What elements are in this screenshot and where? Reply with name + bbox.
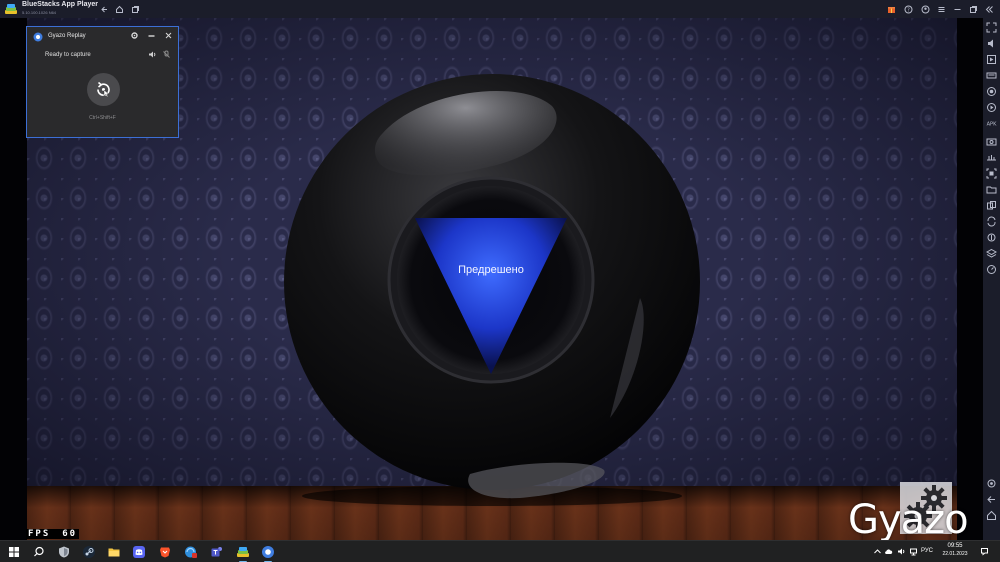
restore-icon — [969, 5, 977, 13]
home-icon[interactable] — [986, 510, 997, 521]
file-explorer-icon[interactable] — [107, 545, 121, 559]
folder-icon[interactable] — [986, 184, 997, 195]
bluestacks-logo-icon — [5, 4, 17, 14]
gift-icon — [887, 6, 895, 13]
window-version: 5.10.100.1026 N64 — [22, 10, 57, 15]
screenshot-icon[interactable] — [986, 136, 997, 147]
discord-icon[interactable] — [132, 545, 146, 559]
help-button[interactable]: ? — [901, 2, 915, 16]
capture-button[interactable] — [87, 73, 120, 106]
svg-text:?: ? — [907, 7, 910, 13]
record-icon[interactable] — [986, 86, 997, 97]
shield-app-icon[interactable] — [57, 545, 71, 559]
back-button[interactable] — [97, 2, 111, 16]
right-sidebar: APK — [983, 18, 1000, 540]
cloud-icon[interactable] — [884, 547, 893, 556]
clock-date[interactable]: 22.01.2023 — [935, 551, 975, 557]
back-icon[interactable] — [986, 494, 997, 505]
multi-instance-button[interactable] — [128, 2, 142, 16]
gyazo-logo-icon — [33, 32, 43, 42]
chevron-up-icon[interactable] — [873, 547, 882, 556]
clock-time[interactable]: 09:55 — [940, 543, 970, 549]
install-icon[interactable] — [986, 152, 997, 163]
capture-shortcut: Ctrl+Shift+F — [89, 115, 116, 121]
minimize-icon — [954, 8, 960, 10]
fps-counter: FPS 60 — [26, 529, 80, 539]
account-button[interactable] — [918, 2, 932, 16]
menu-button[interactable] — [934, 2, 948, 16]
minimize-button[interactable] — [950, 2, 964, 16]
fullscreen-icon[interactable] — [986, 22, 997, 33]
gyazo-taskbar-icon[interactable] — [261, 545, 275, 559]
close-icon[interactable] — [164, 31, 173, 40]
answer-text: Предрешено — [458, 264, 524, 276]
macro-icon[interactable] — [986, 102, 997, 113]
fps-label: FPS — [28, 529, 51, 539]
windows-taskbar: РУС 09:55 22.01.2023 — [0, 540, 1000, 562]
volume-icon[interactable] — [986, 38, 997, 49]
eco-mode-icon[interactable] — [986, 232, 997, 243]
gyazo-watermark-text: Gyazo — [848, 497, 969, 543]
sync-icon[interactable] — [986, 216, 997, 227]
double-chevron-left-icon — [985, 5, 993, 13]
help-icon: ? — [904, 5, 912, 13]
window-title: BlueStacks App Player — [22, 1, 98, 8]
gyazo-replay-panel: Gyazo Replay Ready to capture Ctrl+Shift… — [26, 26, 179, 138]
performance-icon[interactable] — [986, 264, 997, 275]
network-icon[interactable] — [909, 547, 918, 556]
multi-instance-icon[interactable] — [986, 200, 997, 211]
replay-icon — [97, 81, 110, 98]
fps-value: 60 — [62, 529, 78, 539]
home-button[interactable] — [112, 2, 126, 16]
windows-start-icon[interactable] — [7, 545, 21, 559]
panel-title: Gyazo Replay — [48, 33, 86, 39]
minimize-icon[interactable] — [147, 31, 156, 40]
title-bar: BlueStacks App Player 5.10.100.1026 N64 … — [0, 0, 1000, 18]
search-icon[interactable] — [32, 545, 46, 559]
user-icon — [921, 5, 929, 13]
speaker-icon[interactable] — [148, 50, 157, 59]
input-language[interactable]: РУС — [921, 548, 933, 554]
scan-icon[interactable] — [986, 168, 997, 179]
bluestacks-taskbar-icon[interactable] — [236, 545, 250, 559]
layers-icon[interactable] — [986, 248, 997, 259]
hamburger-icon — [938, 6, 944, 12]
brave-browser-icon[interactable] — [158, 545, 172, 559]
apk-icon[interactable]: APK — [986, 118, 997, 129]
restore-button[interactable] — [966, 2, 980, 16]
gear-icon[interactable] — [130, 31, 139, 40]
svg-text:APK: APK — [987, 122, 997, 128]
media-icon[interactable] — [986, 54, 997, 65]
home-icon — [115, 5, 123, 13]
collapse-sidebar-button[interactable] — [982, 2, 996, 16]
browser-notification-icon[interactable] — [184, 545, 198, 559]
copy-icon — [131, 5, 139, 13]
speaker-tray-icon[interactable] — [897, 547, 906, 556]
microphone-muted-icon[interactable] — [162, 50, 171, 59]
capture-status: Ready to capture — [45, 52, 91, 58]
steam-icon[interactable] — [82, 545, 96, 559]
arrow-left-icon — [100, 6, 107, 12]
settings-icon[interactable] — [986, 478, 997, 489]
notification-icon[interactable] — [980, 547, 989, 556]
gift-button[interactable] — [884, 2, 898, 16]
teams-icon[interactable] — [210, 545, 224, 559]
keyboard-icon[interactable] — [986, 70, 997, 81]
